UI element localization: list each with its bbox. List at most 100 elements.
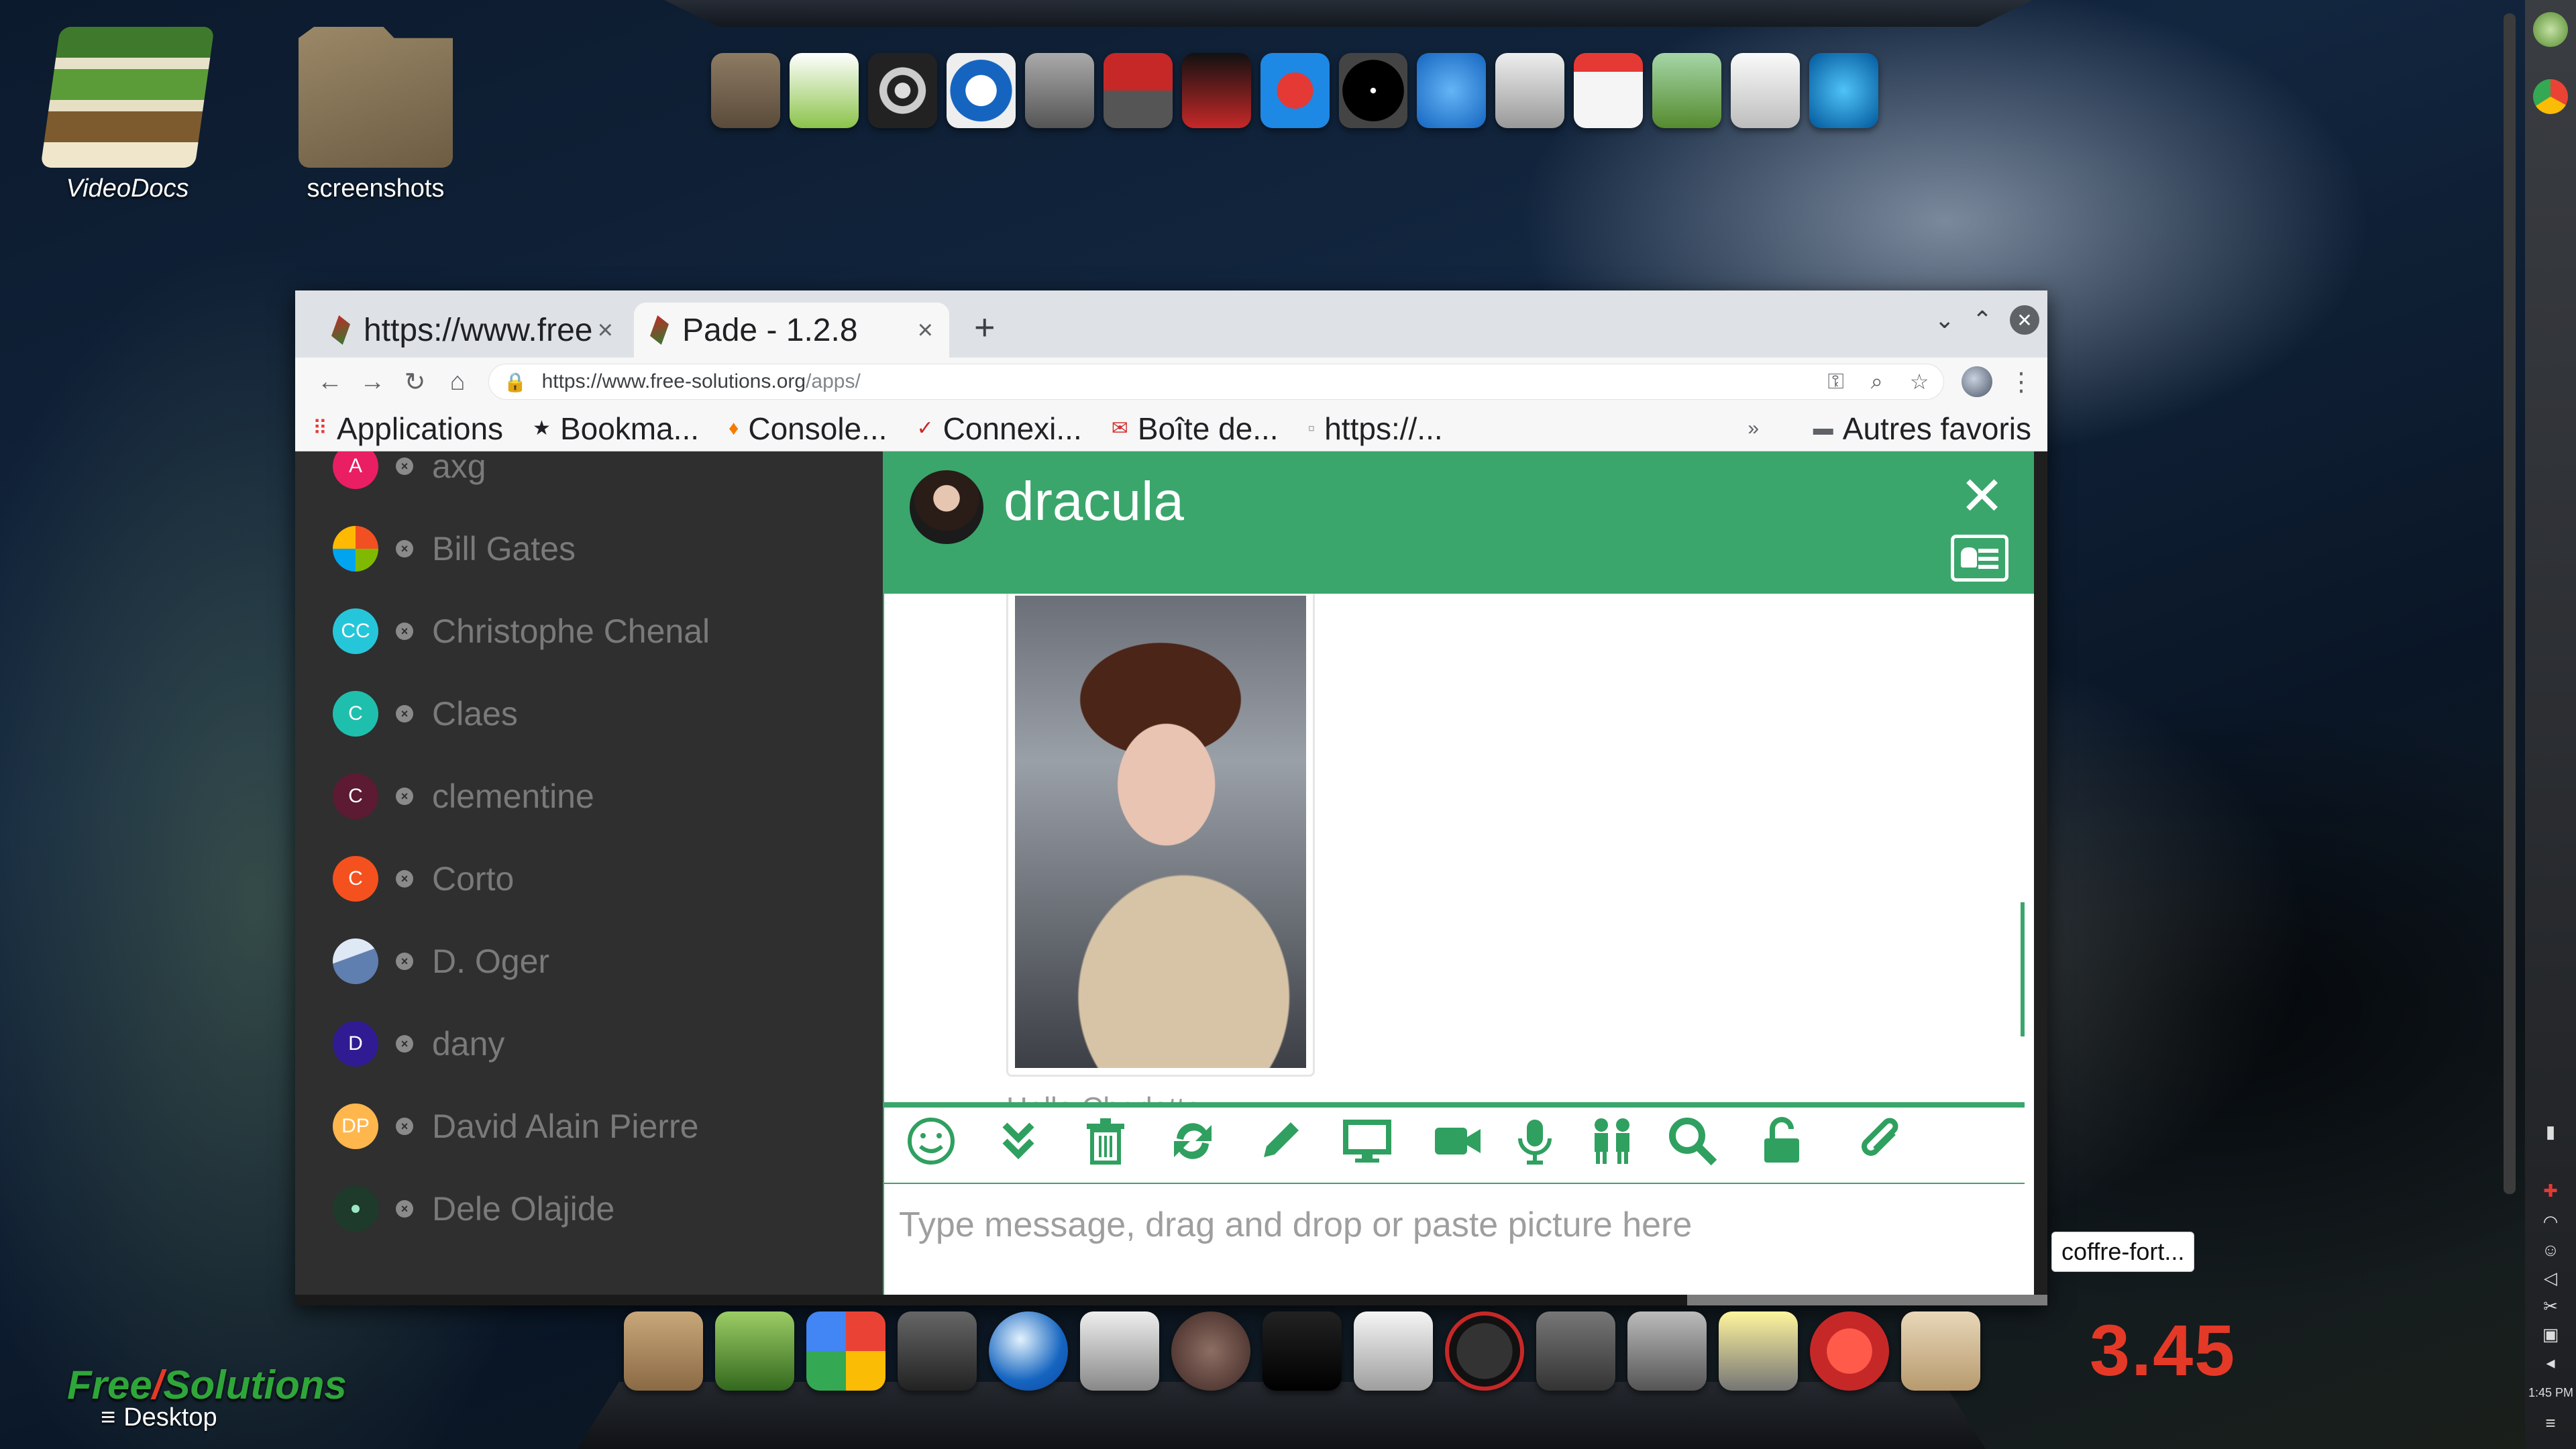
- bookmark-https[interactable]: ▫ https://...: [1308, 411, 1443, 447]
- menu-icon[interactable]: ≡: [2538, 1413, 2563, 1434]
- desktop-icon-videodocs[interactable]: VideoDocs: [40, 27, 215, 203]
- contact-item[interactable]: C × Claes: [333, 684, 518, 744]
- zoom-icon[interactable]: ⌕: [1871, 369, 1883, 394]
- bookmark-applications[interactable]: ⠿ Applications: [313, 411, 503, 447]
- speed-gauge-icon[interactable]: [1445, 1311, 1524, 1391]
- chevrons-down-icon[interactable]: [991, 1114, 1045, 1178]
- smile-icon[interactable]: [904, 1114, 958, 1178]
- plant-icon[interactable]: [715, 1311, 794, 1391]
- key-icon[interactable]: ⚿: [1827, 369, 1843, 394]
- pencil-icon[interactable]: [1253, 1114, 1307, 1178]
- people-icon[interactable]: [1585, 1114, 1639, 1178]
- back-icon[interactable]: ←: [309, 368, 351, 396]
- arrow-left-icon[interactable]: ◂: [2538, 1352, 2563, 1373]
- flag-icon[interactable]: ✚: [2538, 1181, 2563, 1201]
- contact-item[interactable]: DP × David Alain Pierre: [333, 1096, 698, 1157]
- tab-close-icon[interactable]: ×: [918, 315, 933, 345]
- close-icon[interactable]: ✕: [1960, 465, 2004, 527]
- contact-item[interactable]: C × clementine: [333, 766, 594, 826]
- bookmark-boite[interactable]: ✉ Boîte de...: [1112, 411, 1279, 447]
- microphone-icon[interactable]: [1508, 1114, 1562, 1178]
- tab-free-solutions[interactable]: https://www.free-solutions.org/apps/ ×: [315, 303, 629, 358]
- contact-item[interactable]: × Bill Gates: [333, 519, 576, 579]
- unlock-icon[interactable]: [1756, 1114, 1810, 1178]
- page-scrollbar[interactable]: [2034, 451, 2047, 1305]
- sphere-icon[interactable]: [989, 1311, 1068, 1391]
- wifi-icon[interactable]: ◠: [2538, 1212, 2563, 1232]
- tab-pade[interactable]: Pade - 1.2.8 ×: [634, 303, 949, 358]
- maximize-icon[interactable]: ⌃: [1972, 306, 1992, 334]
- contact-item[interactable]: C × Corto: [333, 849, 514, 909]
- photo-folder-icon[interactable]: [1901, 1311, 1980, 1391]
- contact-card-icon[interactable]: [1951, 535, 2008, 582]
- box-icon[interactable]: [1536, 1311, 1615, 1391]
- trash-icon[interactable]: [1079, 1114, 1132, 1178]
- lock-icon[interactable]: ▣: [2538, 1324, 2563, 1345]
- reload-icon[interactable]: ↻: [394, 367, 436, 397]
- message-input[interactable]: [898, 1204, 2000, 1246]
- toolbox-icon[interactable]: [624, 1311, 703, 1391]
- netflix-icon[interactable]: [1181, 53, 1251, 128]
- google-earth-icon[interactable]: [1417, 53, 1487, 128]
- pinwheel-icon[interactable]: [806, 1311, 885, 1391]
- search-icon[interactable]: [1666, 1114, 1719, 1178]
- contact-item[interactable]: × Dele Olajide: [333, 1179, 614, 1239]
- video-icon[interactable]: [1431, 1114, 1485, 1178]
- periscope-icon[interactable]: [1260, 53, 1330, 128]
- paperclip-icon[interactable]: [1854, 1114, 1907, 1178]
- magic-tools-icon[interactable]: [1719, 1311, 1798, 1391]
- other-bookmarks[interactable]: ▬ Autres favoris: [1813, 411, 2031, 447]
- window-close-icon[interactable]: ✕: [2010, 305, 2039, 335]
- clock-icon[interactable]: [1338, 53, 1408, 128]
- calendar-icon[interactable]: [1574, 53, 1644, 128]
- file-cabinet-icon[interactable]: [711, 53, 780, 128]
- camera-icon[interactable]: [898, 1311, 977, 1391]
- new-tab-button[interactable]: +: [974, 307, 996, 348]
- contact-item[interactable]: CC × Christophe Chenal: [333, 601, 710, 661]
- monitor-icon[interactable]: [1340, 1114, 1394, 1178]
- volume-icon[interactable]: ◁: [2538, 1268, 2563, 1289]
- bookmark-bookmarks[interactable]: ★ Bookma...: [533, 411, 699, 447]
- bookmark-star-icon[interactable]: ☆: [1910, 369, 1929, 394]
- settings-tools-icon[interactable]: [1627, 1311, 1707, 1391]
- acorn-icon[interactable]: [1171, 1311, 1250, 1391]
- ink-bottle-icon[interactable]: [1263, 1311, 1342, 1391]
- money-icon[interactable]: [1652, 53, 1722, 128]
- gamepad-icon[interactable]: [1495, 53, 1565, 128]
- projector-icon[interactable]: [1024, 53, 1094, 128]
- home-icon[interactable]: ⌂: [436, 368, 478, 396]
- bookmark-console[interactable]: ♦ Console...: [729, 411, 887, 447]
- social-media-icon[interactable]: [946, 53, 1016, 128]
- image-message[interactable]: [1006, 594, 1315, 1077]
- bookmarks-more-icon[interactable]: »: [1748, 417, 1759, 440]
- bookmark-connexion[interactable]: ✓ Connexi...: [916, 411, 1081, 447]
- chevron-down-icon[interactable]: ⌄: [1935, 306, 1955, 334]
- tab-close-icon[interactable]: ×: [598, 315, 613, 345]
- projector-icon[interactable]: [1080, 1311, 1159, 1391]
- forward-icon[interactable]: →: [351, 368, 393, 396]
- add-icon[interactable]: [2533, 12, 2568, 47]
- chrome-icon[interactable]: [2533, 79, 2568, 114]
- avatar[interactable]: [910, 470, 983, 544]
- menu-dots-icon[interactable]: ⋮: [2008, 367, 2034, 397]
- phone-icon[interactable]: [1809, 53, 1879, 128]
- desktop-switcher[interactable]: ≡ Desktop: [101, 1403, 217, 1432]
- newspaper-icon[interactable]: [1354, 1311, 1433, 1391]
- youtube-icon[interactable]: [1103, 53, 1173, 128]
- profile-avatar[interactable]: [1962, 366, 1992, 397]
- scrollbar-thumb[interactable]: [1687, 1295, 2047, 1305]
- desktop-icon-screenshots[interactable]: screenshots: [295, 27, 456, 203]
- contact-item[interactable]: A × axg: [333, 451, 486, 496]
- address-bar[interactable]: 🔒 https://www.free-solutions.org/apps/ ⚿…: [488, 364, 1945, 400]
- desktop-scrollbar[interactable]: [2504, 13, 2516, 1194]
- refresh-icon[interactable]: [1166, 1114, 1220, 1178]
- power-icon[interactable]: [1810, 1311, 1889, 1391]
- news-icon[interactable]: [1731, 53, 1801, 128]
- messages-scrollbar[interactable]: [2021, 902, 2025, 1036]
- contact-item[interactable]: D × dany: [333, 1014, 504, 1074]
- user-icon[interactable]: ☺: [2538, 1240, 2563, 1260]
- horizontal-scrollbar[interactable]: [295, 1295, 2047, 1305]
- spiderweb-icon[interactable]: [867, 53, 937, 128]
- scissors-icon[interactable]: ✂: [2538, 1296, 2563, 1317]
- battery-icon[interactable]: ▮: [2538, 1122, 2563, 1142]
